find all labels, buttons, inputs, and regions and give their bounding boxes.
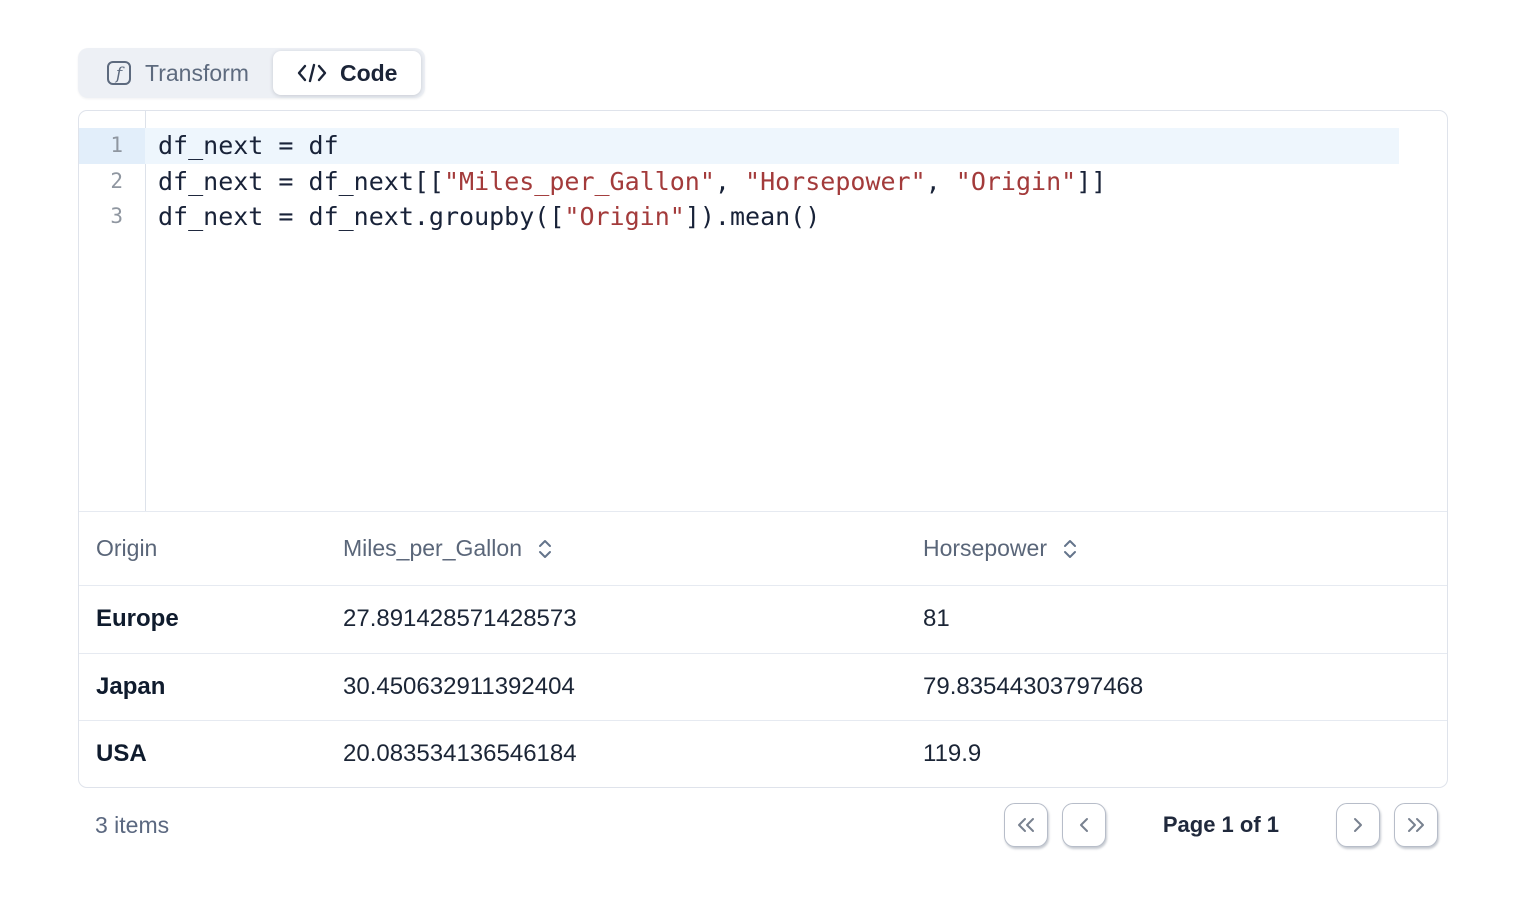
next-page-button[interactable] — [1336, 803, 1380, 847]
cell-origin: Europe — [79, 605, 326, 633]
cell-miles-per-gallon: 20.083534136546184 — [326, 740, 906, 768]
code-editor[interactable]: 1df_next = df2df_next = df_next[["Miles_… — [79, 111, 1447, 512]
table-footer: 3 items Page 1 of 1 — [78, 800, 1448, 850]
first-page-button[interactable] — [1004, 803, 1048, 847]
code-brackets-icon — [297, 62, 327, 84]
tab-code-label: Code — [340, 60, 398, 87]
line-number: 2 — [79, 164, 145, 200]
chevron-right-icon — [1349, 816, 1367, 834]
table-row: Europe 27.891428571428573 81 — [79, 585, 1447, 653]
table-header-row: Origin Miles_per_Gallon Horsepower — [79, 512, 1447, 585]
table-row: USA 20.083534136546184 119.9 — [79, 720, 1447, 788]
chevron-left-icon — [1075, 816, 1093, 834]
double-chevron-right-icon — [1405, 816, 1427, 834]
line-number: 1 — [79, 128, 145, 164]
code-line[interactable]: 2df_next = df_next[["Miles_per_Gallon", … — [79, 164, 1447, 200]
cell-horsepower: 81 — [906, 605, 1447, 633]
function-icon: f — [106, 60, 132, 86]
tab-transform-label: Transform — [145, 60, 249, 87]
cell-origin: USA — [79, 740, 326, 768]
cell-origin: Japan — [79, 673, 326, 701]
column-header-horsepower[interactable]: Horsepower — [906, 535, 1447, 562]
view-mode-tabs: f Transform Code — [78, 48, 425, 98]
code-line[interactable]: 3df_next = df_next.groupby(["Origin"]).m… — [79, 199, 1447, 235]
line-number: 3 — [79, 199, 145, 235]
svg-text:f: f — [114, 64, 125, 84]
code-and-result-panel: 1df_next = df2df_next = df_next[["Miles_… — [78, 110, 1448, 788]
table-row: Japan 30.450632911392404 79.835443037974… — [79, 653, 1447, 721]
column-header-origin: Origin — [79, 535, 326, 562]
column-header-miles-per-gallon[interactable]: Miles_per_Gallon — [326, 535, 906, 562]
code-line-text: df_next = df_next.groupby(["Origin"]).me… — [145, 199, 820, 235]
double-chevron-left-icon — [1015, 816, 1037, 834]
cell-horsepower: 119.9 — [906, 740, 1447, 768]
items-count: 3 items — [78, 812, 169, 839]
pagination: Page 1 of 1 — [1004, 803, 1438, 847]
sort-updown-icon[interactable] — [537, 539, 553, 559]
sort-updown-icon[interactable] — [1062, 539, 1078, 559]
last-page-button[interactable] — [1394, 803, 1438, 847]
code-line-text: df_next = df — [145, 128, 339, 164]
cell-miles-per-gallon: 30.450632911392404 — [326, 673, 906, 701]
code-line-text: df_next = df_next[["Miles_per_Gallon", "… — [145, 164, 1106, 200]
code-line[interactable]: 1df_next = df — [79, 128, 1447, 164]
tab-code[interactable]: Code — [273, 51, 422, 95]
cell-miles-per-gallon: 27.891428571428573 — [326, 605, 906, 633]
cell-horsepower: 79.83544303797468 — [906, 673, 1447, 701]
page-indicator: Page 1 of 1 — [1163, 812, 1279, 838]
prev-page-button[interactable] — [1062, 803, 1106, 847]
tab-transform[interactable]: f Transform — [82, 51, 273, 95]
